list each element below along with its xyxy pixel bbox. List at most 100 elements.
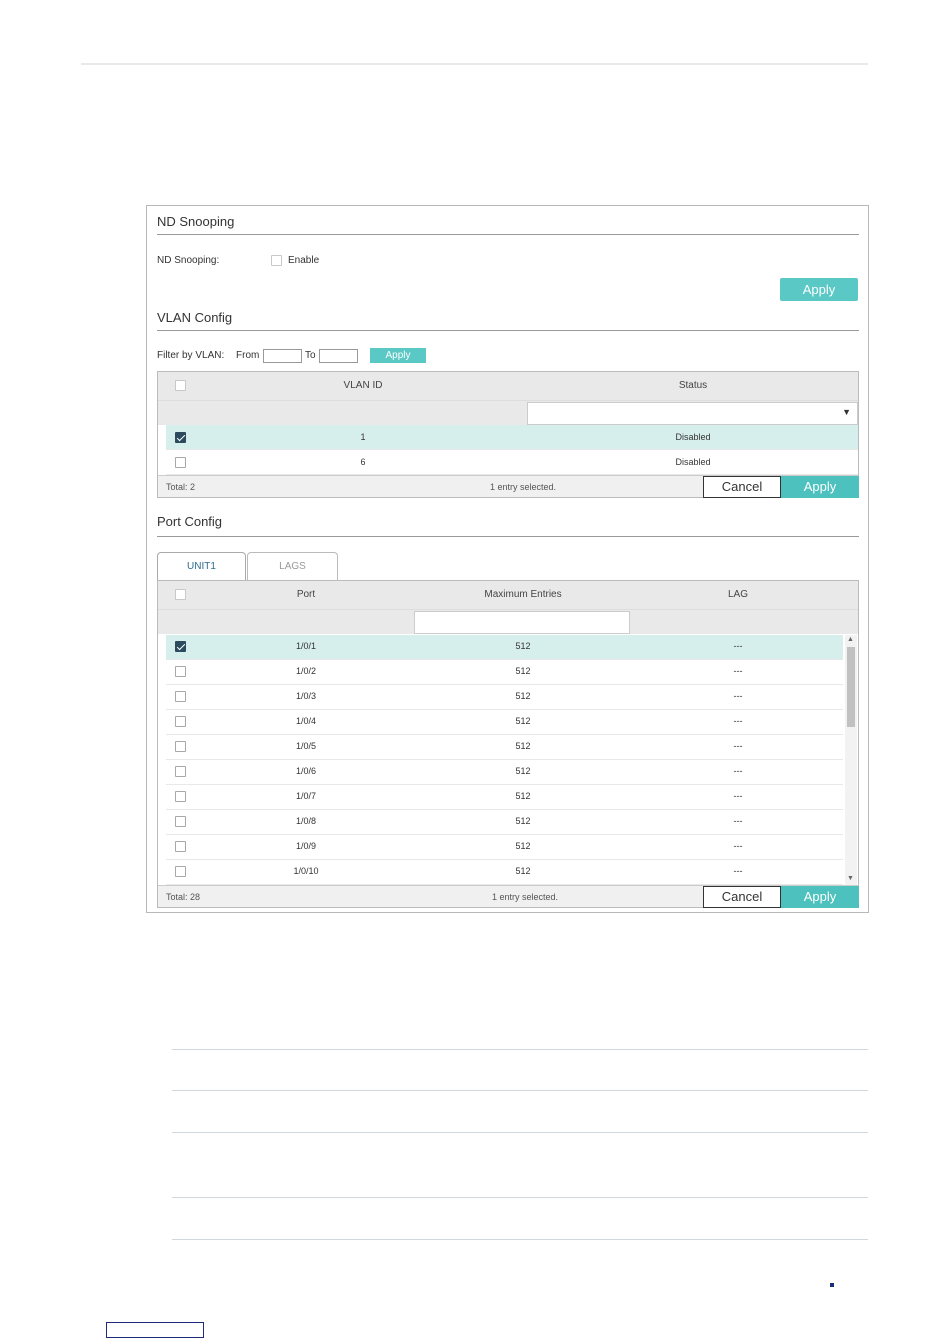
port-row-checkbox[interactable] xyxy=(175,841,186,852)
port-cell: 1/0/6 xyxy=(295,766,317,776)
doc-table-rule xyxy=(172,1049,868,1050)
status-cell: Disabled xyxy=(675,457,711,467)
vlan-id-cell: 6 xyxy=(360,457,366,467)
lag-cell: --- xyxy=(733,641,743,651)
vlan-to-input[interactable] xyxy=(319,349,358,363)
lag-cell: --- xyxy=(733,816,743,826)
port-cell: 1/0/4 xyxy=(295,716,317,726)
port-select-all-checkbox[interactable] xyxy=(175,589,186,600)
port-cell: 1/0/2 xyxy=(295,666,317,676)
port-row-checkbox[interactable] xyxy=(175,866,186,877)
vlan-table: VLAN ID Status ▼ 1 Disabled 6 Disabled T… xyxy=(157,371,859,498)
status-filter-select[interactable]: ▼ xyxy=(527,402,858,425)
doc-table-rule xyxy=(172,1132,868,1133)
vlan-row[interactable]: 6 Disabled xyxy=(166,450,858,475)
max-entries-cell: 512 xyxy=(515,766,531,776)
doc-table-rule xyxy=(172,1197,868,1198)
vlan-table-header: VLAN ID Status xyxy=(158,372,858,400)
max-entries-cell: 512 xyxy=(515,691,531,701)
vlan-id-cell: 1 xyxy=(360,432,366,442)
vlan-select-all-checkbox[interactable] xyxy=(175,380,186,391)
port-row-checkbox[interactable] xyxy=(175,766,186,777)
port-row-checkbox[interactable] xyxy=(175,691,186,702)
scrollbar-thumb[interactable] xyxy=(847,647,855,727)
lag-cell: --- xyxy=(733,691,743,701)
vlan-filter-apply-button[interactable]: Apply xyxy=(370,348,426,363)
port-row[interactable]: 1/0/7 512 --- xyxy=(166,785,843,810)
max-entries-cell: 512 xyxy=(515,816,531,826)
scroll-up-icon[interactable]: ▲ xyxy=(847,636,854,643)
port-row-checkbox[interactable] xyxy=(175,741,186,752)
vlan-from-input[interactable] xyxy=(263,349,302,363)
port-row-checkbox[interactable] xyxy=(175,716,186,727)
vlan-config-rule xyxy=(157,330,859,331)
port-cell: 1/0/7 xyxy=(295,791,317,801)
vlan-apply-button[interactable]: Apply xyxy=(781,476,859,498)
port-cell: 1/0/10 xyxy=(293,866,319,876)
port-table: Port Maximum Entries LAG 1/0/1 512 --- 1… xyxy=(157,580,859,908)
port-row[interactable]: 1/0/5 512 --- xyxy=(166,735,843,760)
port-selection-status: 1 entry selected. xyxy=(492,892,559,902)
filter-by-vlan-label: Filter by VLAN: xyxy=(157,350,225,361)
vlan-selection-status: 1 entry selected. xyxy=(490,482,557,492)
to-label: To xyxy=(305,350,316,361)
port-cell: 1/0/9 xyxy=(295,841,317,851)
nd-snooping-apply-button[interactable]: Apply xyxy=(780,278,858,301)
port-row[interactable]: 1/0/1 512 --- xyxy=(166,635,843,660)
port-cancel-button[interactable]: Cancel xyxy=(703,886,781,908)
port-row[interactable]: 1/0/8 512 --- xyxy=(166,810,843,835)
lag-cell: --- xyxy=(733,741,743,751)
port-apply-button[interactable]: Apply xyxy=(781,886,859,908)
port-table-scrollbar[interactable]: ▲ ▼ xyxy=(845,635,857,885)
port-table-footer: Total: 28 1 entry selected. Cancel Apply xyxy=(158,885,859,908)
lag-cell: --- xyxy=(733,841,743,851)
doc-table-rule xyxy=(172,1239,868,1240)
status-cell: Disabled xyxy=(675,432,711,442)
max-entries-cell: 512 xyxy=(515,716,531,726)
from-label: From xyxy=(236,350,260,361)
port-table-header: Port Maximum Entries LAG xyxy=(158,581,858,609)
vlan-cancel-button[interactable]: Cancel xyxy=(703,476,781,498)
max-entries-filter-input[interactable] xyxy=(414,611,630,634)
settings-panel: ND Snooping ND Snooping: Enable Apply VL… xyxy=(146,205,869,913)
nd-snooping-label: ND Snooping: xyxy=(157,255,220,266)
lag-column-header: LAG xyxy=(727,589,748,600)
port-row[interactable]: 1/0/6 512 --- xyxy=(166,760,843,785)
lag-cell: --- xyxy=(733,666,743,676)
port-row[interactable]: 1/0/2 512 --- xyxy=(166,660,843,685)
nd-snooping-rule xyxy=(157,234,859,235)
tab-unit1[interactable]: UNIT1 xyxy=(157,552,246,582)
port-row[interactable]: 1/0/10 512 --- xyxy=(166,860,843,885)
vlan-id-column-header: VLAN ID xyxy=(343,380,383,391)
page-marker xyxy=(830,1283,834,1287)
caret-down-icon: ▼ xyxy=(842,407,851,417)
port-row[interactable]: 1/0/4 512 --- xyxy=(166,710,843,735)
tab-lags[interactable]: LAGS xyxy=(247,552,338,580)
nd-snooping-title: ND Snooping xyxy=(157,214,235,229)
vlan-row[interactable]: 1 Disabled xyxy=(166,425,858,450)
max-entries-cell: 512 xyxy=(515,741,531,751)
scroll-down-icon[interactable]: ▼ xyxy=(847,875,854,882)
port-column-header: Port xyxy=(296,589,316,600)
back-link-box[interactable] xyxy=(106,1322,204,1338)
max-entries-cell: 512 xyxy=(515,666,531,676)
port-row-checkbox[interactable] xyxy=(175,816,186,827)
vlan-row-checkbox[interactable] xyxy=(175,457,186,468)
vlan-config-title: VLAN Config xyxy=(157,310,233,325)
port-config-title: Port Config xyxy=(157,514,223,529)
port-row-checkbox[interactable] xyxy=(175,666,186,677)
doc-table-rule xyxy=(172,1090,868,1091)
lag-cell: --- xyxy=(733,866,743,876)
port-row[interactable]: 1/0/9 512 --- xyxy=(166,835,843,860)
port-row-checkbox[interactable] xyxy=(175,641,186,652)
max-entries-cell: 512 xyxy=(515,866,531,876)
port-row[interactable]: 1/0/3 512 --- xyxy=(166,685,843,710)
vlan-row-checkbox[interactable] xyxy=(175,432,186,443)
lag-cell: --- xyxy=(733,791,743,801)
nd-snooping-enable-checkbox[interactable] xyxy=(271,255,282,266)
lag-cell: --- xyxy=(733,766,743,776)
vlan-table-footer: Total: 2 1 entry selected. Cancel Apply xyxy=(158,475,859,498)
port-filter-row xyxy=(158,609,858,634)
port-row-checkbox[interactable] xyxy=(175,791,186,802)
max-entries-cell: 512 xyxy=(515,641,531,651)
